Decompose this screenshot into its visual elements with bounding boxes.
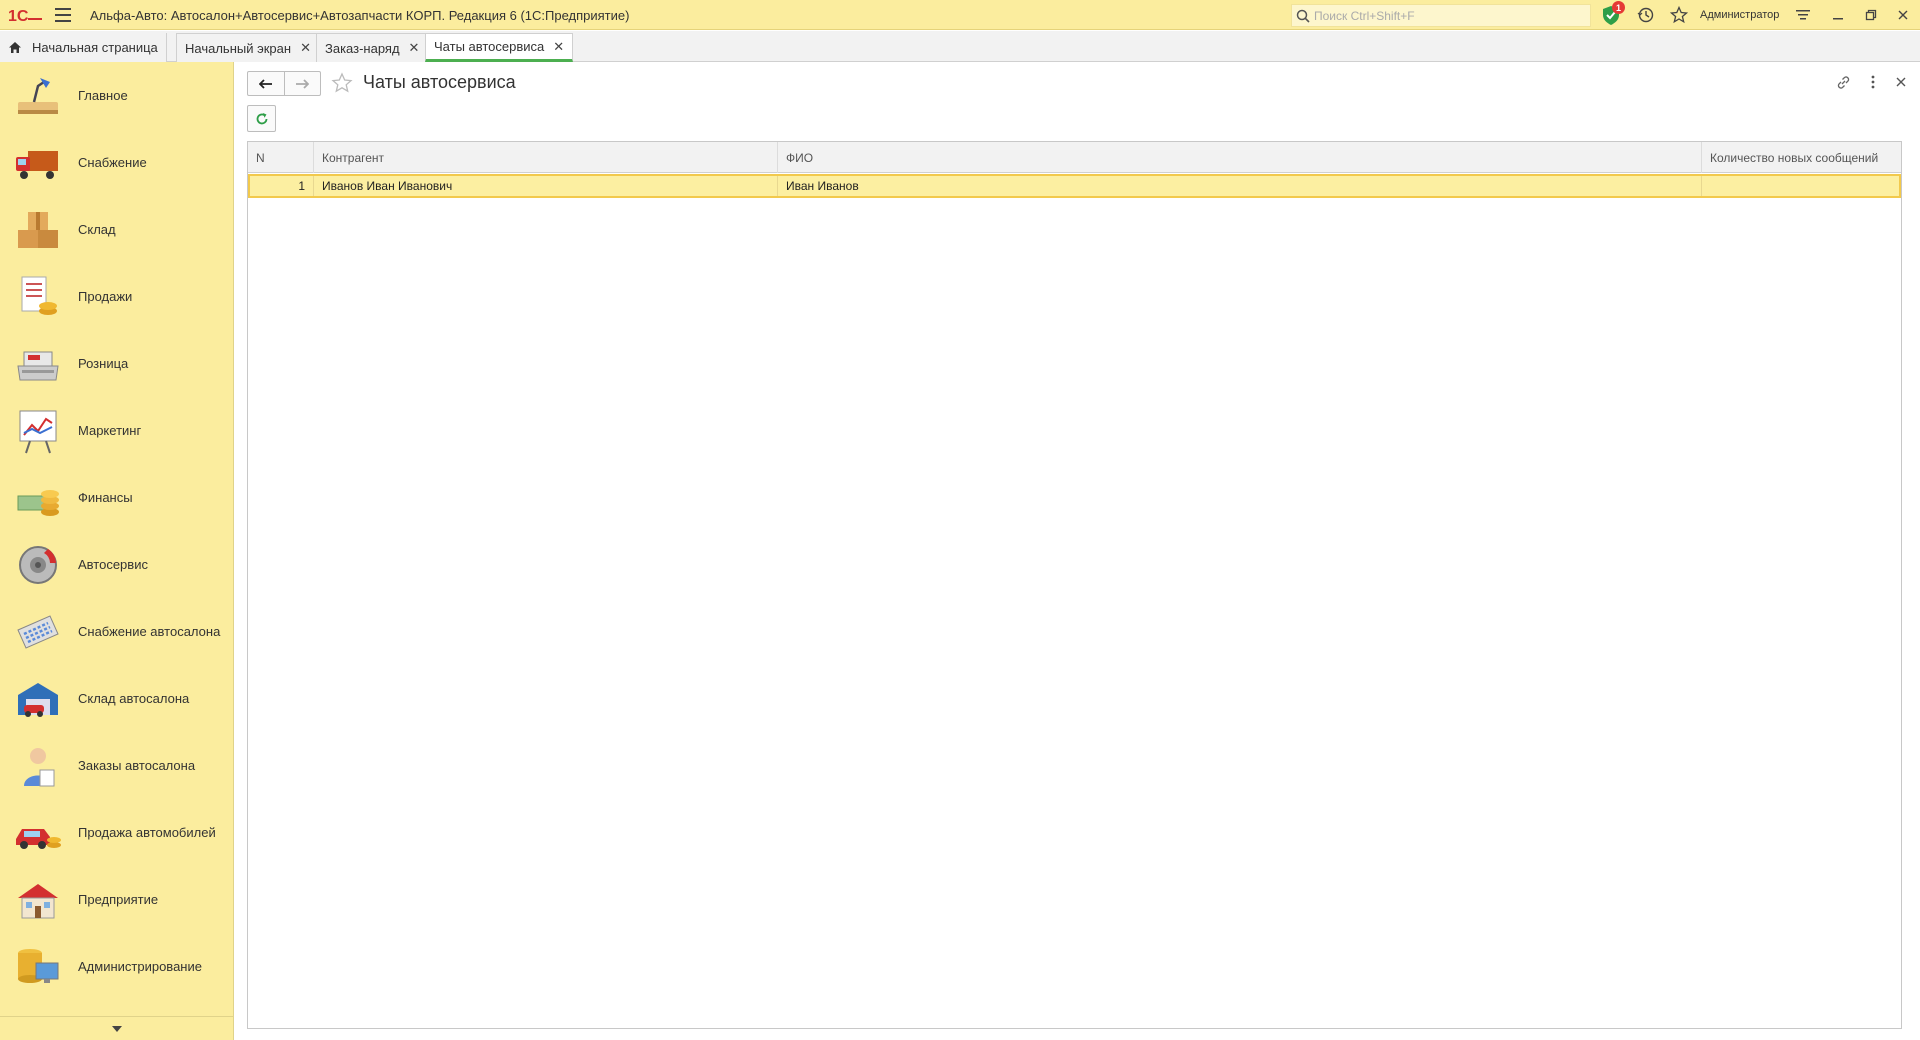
tab-home[interactable]: Начальная страница [0, 33, 167, 62]
column-header-fio[interactable]: ФИО [778, 142, 1702, 173]
search-input[interactable] [1314, 8, 1584, 23]
arrow-left-icon [258, 78, 272, 89]
close-form-icon[interactable] [1890, 71, 1912, 93]
cell-fio: Иван Иванов [778, 176, 1702, 196]
arrow-right-icon [296, 78, 310, 89]
boxes-icon [18, 211, 58, 248]
tab-label: Чаты автосервиса [434, 39, 545, 54]
tab-service-chats[interactable]: Чаты автосервиса ✕ [425, 33, 574, 62]
tab-start-screen[interactable]: Начальный экран ✕ [176, 33, 320, 62]
sidebar-item-main[interactable]: Главное [0, 62, 234, 129]
notification-badge: 1 [1612, 1, 1625, 14]
table-header: N Контрагент ФИО Количество новых сообще… [248, 142, 1901, 173]
truck-icon [16, 150, 58, 179]
chats-table[interactable]: N Контрагент ФИО Количество новых сообще… [247, 141, 1902, 1029]
column-header-n[interactable]: N [248, 142, 314, 173]
history-navigation [247, 71, 321, 96]
add-to-favorites-star-icon[interactable] [329, 70, 355, 96]
tab-label: Заказ-наряд [325, 40, 400, 56]
link-icon[interactable] [1832, 71, 1854, 93]
history-icon[interactable] [1635, 4, 1657, 26]
minimize-icon[interactable] [1827, 4, 1849, 26]
sidebar-item-enterprise[interactable]: Предприятие [0, 866, 234, 933]
sidebar-expand-button[interactable] [0, 1016, 234, 1040]
sidebar-item-autoservice[interactable]: Автосервис [0, 531, 234, 598]
brake-disc-icon [19, 545, 57, 584]
desk-lamp-icon [18, 77, 58, 114]
home-icon [8, 41, 22, 54]
cell-new-messages [1702, 176, 1899, 196]
invoice-coins-icon [21, 276, 57, 315]
cash-register-icon [17, 351, 59, 380]
restore-icon[interactable] [1860, 4, 1882, 26]
chart-board-icon [19, 410, 57, 453]
refresh-icon [256, 112, 267, 124]
sidebar-item-showroom-warehouse[interactable]: Склад автосалона [0, 665, 234, 732]
settings-menu-icon[interactable] [1792, 4, 1814, 26]
car-coins-icon [16, 828, 61, 849]
close-window-icon[interactable] [1892, 4, 1914, 26]
sections-sidebar: Главное Снабжение Склад Продажи Розница … [0, 62, 234, 1040]
cell-n: 1 [250, 176, 314, 196]
close-tab-icon[interactable]: ✕ [300, 40, 311, 56]
sidebar-item-showroom-supply[interactable]: Снабжение автосалона [0, 598, 234, 665]
back-button[interactable] [248, 72, 284, 95]
cell-counterparty: Иванов Иван Иванович [314, 176, 778, 196]
sidebar-item-warehouse[interactable]: Склад [0, 196, 234, 263]
close-tab-icon[interactable]: ✕ [409, 40, 420, 56]
svg-text:1C: 1C [8, 8, 29, 24]
chevron-down-icon [112, 1025, 122, 1032]
sidebar-item-sales[interactable]: Продажи [0, 263, 234, 330]
global-search[interactable] [1291, 4, 1591, 27]
page-title: Чаты автосервиса [363, 72, 516, 92]
column-header-counterparty[interactable]: Контрагент [314, 142, 778, 173]
sidebar-item-administration[interactable]: Администрирование [0, 933, 234, 1000]
sidebar-item-supply[interactable]: Снабжение [0, 129, 234, 196]
tab-work-order[interactable]: Заказ-наряд ✕ [316, 33, 429, 62]
forward-button[interactable] [283, 72, 320, 95]
search-icon [1292, 5, 1314, 27]
refresh-button[interactable] [247, 105, 276, 132]
sidebar-item-retail[interactable]: Розница [0, 330, 234, 397]
tab-label: Начальная страница [32, 40, 158, 55]
favorites-icon[interactable] [1668, 4, 1690, 26]
sidebar-item-marketing[interactable]: Маркетинг [0, 397, 234, 464]
garage-icon [18, 682, 58, 717]
form-area: Чаты автосервиса N Контрагент ФИО Количе… [235, 62, 1920, 1040]
1c-logo-icon[interactable]: 1C [8, 6, 44, 24]
column-header-new-messages[interactable]: Количество новых сообщений [1702, 142, 1901, 173]
tab-label: Начальный экран [185, 40, 292, 56]
calculator-icon [17, 614, 59, 649]
notifications-icon[interactable]: 1 [1600, 1, 1625, 26]
sidebar-item-finance[interactable]: Финансы [0, 464, 234, 531]
money-coins-icon [17, 489, 59, 516]
app-title: Альфа-Авто: Автосалон+Автосервис+Автозап… [90, 8, 630, 23]
sidebar-item-car-sales[interactable]: Продажа автомобилей [0, 799, 234, 866]
database-monitor-icon [18, 948, 59, 983]
close-tab-icon[interactable]: ✕ [553, 39, 564, 55]
title-bar: 1C Альфа-Авто: Автосалон+Автосервис+Авто… [0, 0, 1920, 30]
manager-icon [24, 747, 55, 786]
main-menu-icon[interactable] [55, 8, 71, 22]
more-actions-icon[interactable] [1862, 71, 1884, 93]
current-user[interactable]: Администратор [1700, 9, 1779, 21]
building-icon [18, 883, 58, 918]
sidebar-item-showroom-orders[interactable]: Заказы автосалона [0, 732, 234, 799]
open-tabs-bar: Начальная страница Начальный экран ✕ Зак… [0, 31, 1920, 62]
table-row[interactable]: 1 Иванов Иван Иванович Иван Иванов [248, 174, 1901, 198]
